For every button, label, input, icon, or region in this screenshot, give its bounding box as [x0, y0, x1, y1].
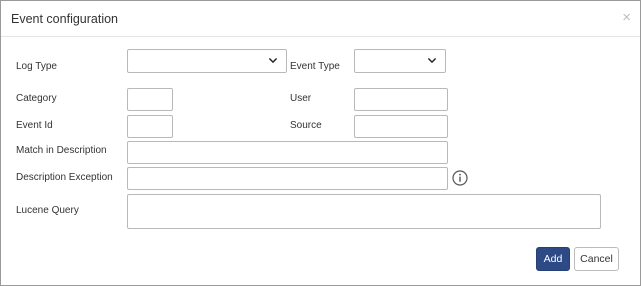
info-icon[interactable]	[452, 170, 468, 186]
user-label: User	[290, 93, 312, 104]
dialog-header: Event configuration ×	[1, 1, 640, 37]
event-type-select[interactable]	[354, 49, 446, 73]
lucene-query-textarea[interactable]	[127, 194, 601, 229]
close-icon[interactable]: ×	[622, 10, 631, 25]
category-label: Category	[16, 93, 57, 104]
dialog-title: Event configuration	[11, 12, 119, 26]
event-id-input[interactable]	[127, 115, 173, 138]
description-exception-input[interactable]	[127, 167, 448, 190]
lucene-query-label: Lucene Query	[16, 205, 79, 216]
source-label: Source	[290, 120, 322, 131]
event-type-label: Event Type	[290, 61, 340, 72]
chevron-down-icon	[269, 58, 277, 63]
match-in-description-label: Match in Description	[16, 145, 107, 156]
description-exception-label: Description Exception	[16, 172, 113, 183]
log-type-select[interactable]	[127, 49, 287, 73]
source-input[interactable]	[354, 115, 448, 138]
category-input[interactable]	[127, 88, 173, 111]
match-in-description-input[interactable]	[127, 141, 448, 164]
user-input[interactable]	[354, 88, 448, 111]
event-configuration-dialog: Event configuration × Log Type Event Typ…	[0, 0, 641, 286]
cancel-button[interactable]: Cancel	[574, 247, 619, 271]
event-id-label: Event Id	[16, 120, 53, 131]
log-type-label: Log Type	[16, 61, 57, 72]
chevron-down-icon	[428, 58, 436, 63]
add-button[interactable]: Add	[536, 247, 570, 271]
